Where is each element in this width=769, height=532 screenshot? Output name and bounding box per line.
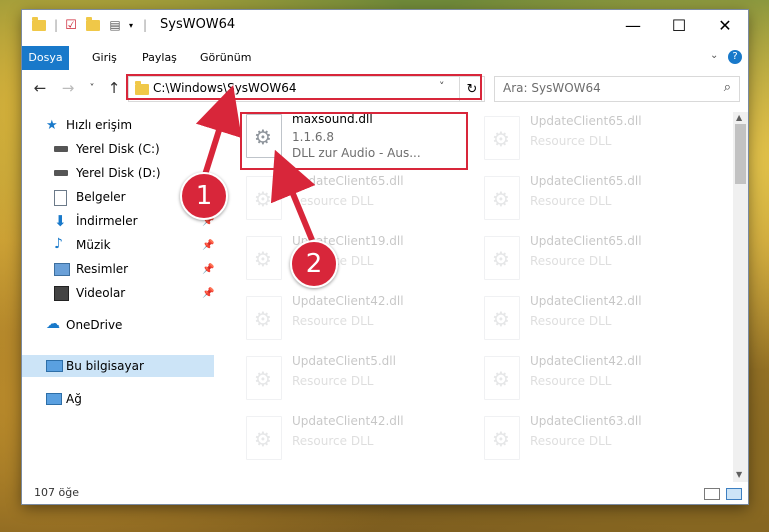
arrow-to-file [270,149,316,242]
callout-arrows [195,85,317,242]
arrow-to-address-bar [195,85,242,179]
callout-badge-2: 2 [290,240,338,288]
callout-badge-1: 1 [180,172,228,220]
